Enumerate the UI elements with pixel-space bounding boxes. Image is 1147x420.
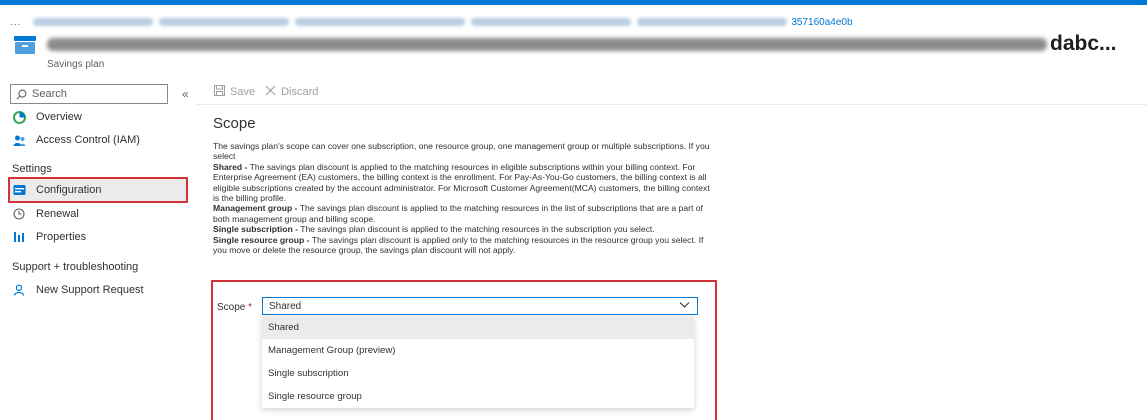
scope-option-shared[interactable]: Shared: [262, 316, 694, 339]
sidebar-item-label: New Support Request: [36, 284, 144, 296]
definition-term-single-subscription: Single subscription -: [213, 224, 298, 235]
search-placeholder: Search: [32, 88, 67, 100]
scope-dropdown-value: Shared: [269, 300, 302, 312]
clock-icon: [12, 207, 26, 221]
definition-text-single-subscription: The savings plan discount is applied to …: [298, 224, 655, 235]
resource-title-suffix: dabc...: [1050, 32, 1117, 55]
sidebar-search-input[interactable]: Search: [10, 84, 168, 104]
definition-term-management-group: Management group -: [213, 203, 298, 214]
definition-term-single-resource-group: Single resource group -: [213, 234, 310, 245]
collapse-sidebar-button[interactable]: «: [182, 87, 189, 101]
breadcrumb: ... 357160a4e0b: [10, 15, 853, 29]
sidebar-item-properties[interactable]: Properties: [8, 226, 188, 248]
breadcrumb-current[interactable]: 357160a4e0b: [791, 17, 852, 28]
chevron-down-icon: [679, 299, 690, 313]
sidebar-item-label: Overview: [36, 111, 82, 123]
support-section-heading: Support + troubleshooting: [12, 261, 139, 273]
save-button[interactable]: Save: [214, 85, 255, 99]
scope-label-text: Scope: [217, 302, 246, 313]
scope-option-single-subscription[interactable]: Single subscription: [262, 362, 694, 385]
top-accent-bar: [0, 0, 1147, 5]
command-bar: Save Discard: [214, 82, 328, 102]
discard-button[interactable]: Discard: [265, 85, 318, 99]
sidebar-item-overview[interactable]: Overview: [8, 106, 188, 128]
required-marker: *: [248, 302, 253, 313]
scope-option-management-group[interactable]: Management Group (preview): [262, 339, 694, 362]
breadcrumb-overflow[interactable]: ...: [10, 17, 21, 28]
page-header: dabc... Savings plan: [14, 32, 1117, 70]
sidebar-item-label: Renewal: [36, 208, 79, 220]
settings-section-heading: Settings: [12, 163, 52, 175]
toolbar-divider: [196, 104, 1147, 105]
scope-description: The savings plan's scope can cover one s…: [213, 141, 713, 255]
scope-intro: The savings plan's scope can cover one s…: [213, 141, 710, 162]
scope-dropdown-options: Shared Management Group (preview) Single…: [262, 316, 694, 408]
sidebar-item-renewal[interactable]: Renewal: [8, 203, 188, 225]
configuration-highlight: [8, 177, 188, 203]
resource-title: dabc...: [47, 32, 1117, 56]
people-icon: [12, 133, 26, 147]
sidebar-item-access-control[interactable]: Access Control (IAM): [8, 129, 188, 151]
close-icon: [265, 85, 276, 99]
save-icon: [214, 85, 225, 99]
scope-field-label: Scope *: [217, 302, 252, 313]
support-person-icon: [12, 283, 26, 297]
sidebar-item-label: Properties: [36, 231, 87, 243]
savings-plan-icon: [14, 36, 36, 54]
sidebar-item-new-support-request[interactable]: New Support Request: [8, 279, 188, 301]
scope-dropdown[interactable]: Shared: [262, 297, 698, 315]
sidebar-item-label: Access Control (IAM): [36, 134, 140, 146]
overview-icon: [12, 110, 26, 124]
page-title: Scope: [213, 115, 256, 132]
properties-icon: [12, 230, 26, 244]
discard-button-label: Discard: [281, 86, 319, 98]
resource-type-label: Savings plan: [47, 59, 105, 70]
search-icon: [16, 89, 27, 99]
definition-text-shared: The savings plan discount is applied to …: [213, 161, 710, 204]
main-content: Save Discard Scope The savings plan's sc…: [196, 80, 1147, 420]
scope-option-single-resource-group[interactable]: Single resource group: [262, 385, 694, 408]
definition-term-shared: Shared -: [213, 161, 248, 172]
save-button-label: Save: [230, 86, 256, 98]
